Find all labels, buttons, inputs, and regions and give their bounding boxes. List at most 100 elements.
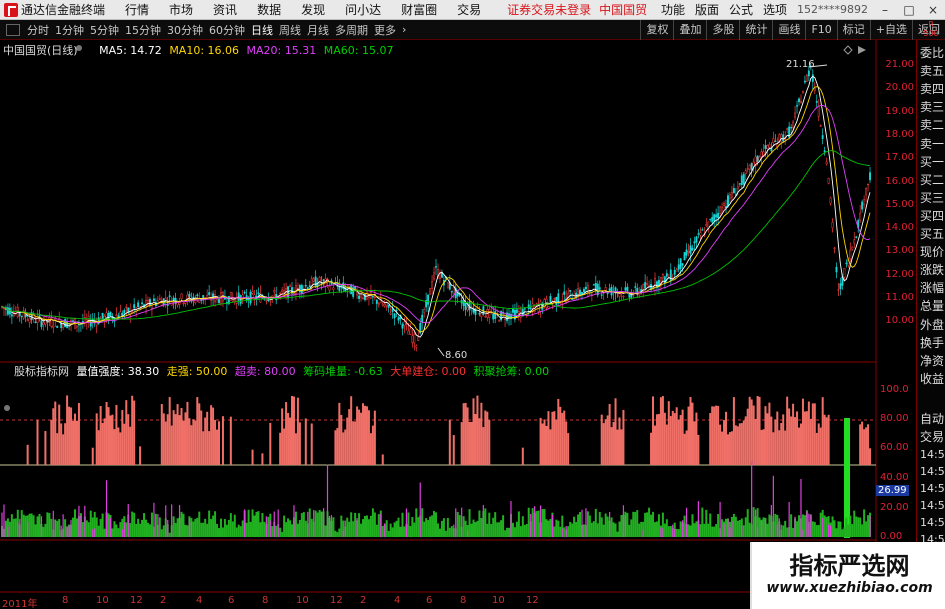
period-more[interactable]: 更多 bbox=[374, 22, 396, 38]
period-monthly[interactable]: 月线 bbox=[307, 22, 329, 38]
menu-shuju[interactable]: 数据 bbox=[257, 1, 281, 18]
sidebar-item-8[interactable]: 买三 bbox=[920, 189, 945, 207]
tool-diejia[interactable]: 叠加 bbox=[673, 20, 706, 40]
sidebar-item-10[interactable]: 买五 bbox=[920, 225, 945, 243]
indicator-settings-icon[interactable] bbox=[4, 405, 10, 411]
sidebar-item-6[interactable]: 买一 bbox=[920, 153, 945, 171]
indicator-bar bbox=[285, 402, 288, 465]
menu-xuanxiang[interactable]: 选项 bbox=[763, 1, 787, 18]
sidebar-item-15[interactable]: 外盘 bbox=[920, 316, 945, 334]
indicator-bar bbox=[813, 403, 816, 465]
indicator-bar bbox=[354, 421, 357, 465]
candle-body bbox=[839, 283, 842, 289]
menu-zixun[interactable]: 资讯 bbox=[213, 1, 237, 18]
indicator-lower-spike bbox=[3, 504, 5, 537]
period-weekly[interactable]: 周线 bbox=[279, 22, 301, 38]
indicator-lower-bar bbox=[99, 518, 102, 537]
candle-body bbox=[752, 161, 755, 167]
sidebar-item-16[interactable]: 换手 bbox=[920, 334, 945, 352]
indicator-bar bbox=[121, 410, 124, 465]
tool-duogu[interactable]: 多股 bbox=[706, 20, 739, 40]
period-5min[interactable]: 5分钟 bbox=[90, 22, 119, 38]
sidebar-item-18[interactable]: 收益 bbox=[920, 370, 945, 388]
indicator-bar bbox=[736, 426, 739, 465]
diamond-icon[interactable] bbox=[843, 45, 853, 55]
indicator-lower-spike bbox=[585, 508, 587, 537]
sidebar-auto-trade-0[interactable]: 自动 bbox=[920, 410, 945, 428]
play-icon[interactable] bbox=[858, 46, 866, 54]
price-tick: 11.00 bbox=[885, 292, 914, 303]
sidebar-item-4[interactable]: 卖二 bbox=[920, 116, 945, 134]
tool-f10[interactable]: F10 bbox=[805, 20, 836, 40]
candle-body bbox=[687, 251, 690, 253]
period-fenshi[interactable]: 分时 bbox=[27, 22, 49, 38]
sidebar-item-11[interactable]: 现价 bbox=[920, 243, 945, 261]
tool-add-watchlist[interactable]: +自选 bbox=[869, 20, 912, 40]
period-30min[interactable]: 30分钟 bbox=[167, 22, 203, 38]
menu-banmian[interactable]: 版面 bbox=[695, 1, 719, 18]
menu-wenxiaoda[interactable]: 问小达 bbox=[345, 1, 381, 18]
sidebar-item-0[interactable]: 委比 bbox=[920, 44, 945, 62]
candle-body bbox=[669, 269, 672, 282]
menu-faxian[interactable]: 发现 bbox=[301, 1, 325, 18]
indicator-bar bbox=[212, 407, 215, 465]
period-15min[interactable]: 15分钟 bbox=[125, 22, 161, 38]
chart-area[interactable]: 中国国贸(日线) MA5: 14.72 MA10: 16.06 MA20: 15… bbox=[0, 40, 916, 609]
sidebar-item-7[interactable]: 买二 bbox=[920, 171, 945, 189]
tool-biaoji[interactable]: 标记 bbox=[836, 20, 870, 40]
layout-icon[interactable] bbox=[6, 23, 20, 36]
tool-tongji[interactable]: 统计 bbox=[739, 20, 772, 40]
sidebar-item-17[interactable]: 净资 bbox=[920, 352, 945, 370]
indicator-lower-spike bbox=[482, 504, 484, 537]
indicator-lower-bar bbox=[444, 530, 447, 537]
indicator-bar bbox=[95, 413, 98, 465]
candle-body bbox=[768, 144, 771, 148]
menu-caifuquan[interactable]: 财富圈 bbox=[401, 1, 437, 18]
candle-body bbox=[265, 299, 268, 302]
period-daily[interactable]: 日线 bbox=[251, 22, 273, 38]
candle-body bbox=[661, 274, 664, 279]
trade-login-alert[interactable]: 证券交易未登录 bbox=[507, 1, 591, 18]
chevron-right-icon[interactable]: › bbox=[402, 23, 406, 36]
sidebar-item-2[interactable]: 卖四 bbox=[920, 80, 945, 98]
sidebar-item-14[interactable]: 总量 bbox=[920, 297, 945, 315]
candle-body bbox=[715, 214, 718, 218]
sidebar-auto-trade-1[interactable]: 交易 bbox=[920, 428, 945, 446]
tool-huaxian[interactable]: 画线 bbox=[772, 20, 805, 40]
indicator-lower-bar bbox=[796, 521, 799, 537]
candle-body bbox=[464, 302, 467, 310]
indicator-lower-bar bbox=[436, 523, 439, 537]
sidebar-item-5[interactable]: 卖一 bbox=[920, 135, 945, 153]
period-multi[interactable]: 多周期 bbox=[335, 22, 368, 38]
candle-body bbox=[584, 286, 587, 290]
candle-body bbox=[304, 285, 307, 287]
period-1min[interactable]: 1分钟 bbox=[55, 22, 84, 38]
menu-hangqing[interactable]: 行情 bbox=[125, 1, 149, 18]
candle-body bbox=[815, 101, 818, 103]
period-60min[interactable]: 60分钟 bbox=[209, 22, 245, 38]
sidebar-item-13[interactable]: 涨幅 bbox=[920, 279, 945, 297]
sidebar-item-3[interactable]: 卖三 bbox=[920, 98, 945, 116]
menu-shichang[interactable]: 市场 bbox=[169, 1, 193, 18]
indicator-bar bbox=[543, 419, 546, 465]
tick-time: 14:56 bbox=[920, 465, 945, 478]
sidebar-item-12[interactable]: 涨跌 bbox=[920, 261, 945, 279]
indicator-lower-bar bbox=[141, 519, 144, 537]
indicator-lower-bar bbox=[162, 525, 165, 537]
indicator-lower-spike bbox=[66, 526, 68, 537]
maximize-button[interactable]: □ bbox=[902, 3, 916, 17]
close-button[interactable]: × bbox=[926, 3, 940, 17]
minimize-button[interactable]: – bbox=[878, 3, 892, 17]
sidebar-item-9[interactable]: 买四 bbox=[920, 207, 945, 225]
menu-jiaoyi[interactable]: 交易 bbox=[457, 1, 481, 18]
indicator-lower-spike bbox=[461, 507, 463, 537]
indicator-lower-bar bbox=[119, 522, 122, 537]
user-account[interactable]: 152****9892 bbox=[797, 3, 868, 16]
menu-gongneng[interactable]: 功能 bbox=[661, 1, 685, 18]
indicator-lower-spike bbox=[17, 521, 19, 537]
menu-gongshi[interactable]: 公式 bbox=[729, 1, 753, 18]
chart-svg[interactable] bbox=[0, 40, 916, 609]
tool-fuquan[interactable]: 复权 bbox=[640, 20, 673, 40]
sidebar-item-1[interactable]: 卖五 bbox=[920, 62, 945, 80]
indicator-lower-bar bbox=[811, 521, 814, 537]
